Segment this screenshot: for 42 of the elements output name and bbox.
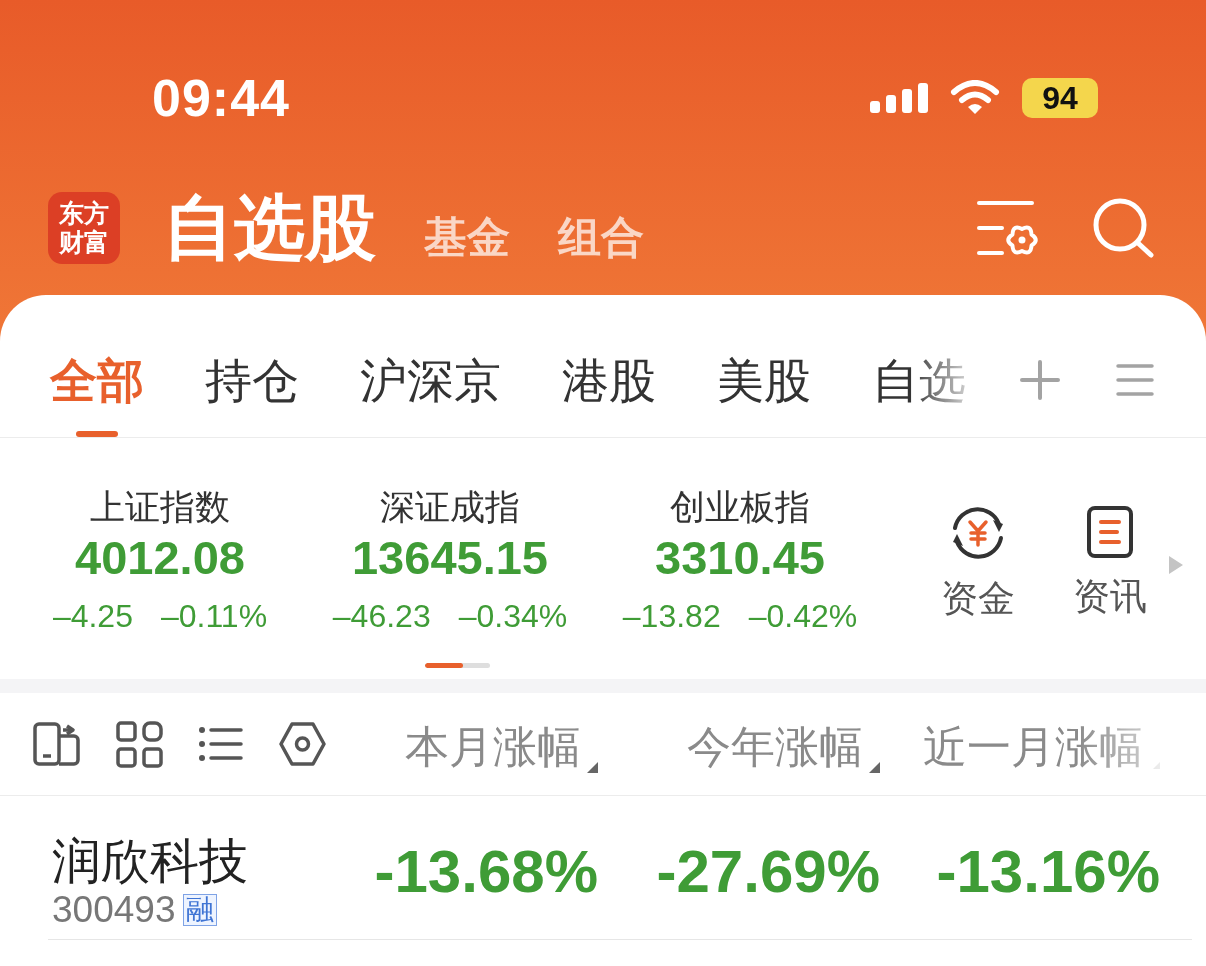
two-panels-icon[interactable] — [33, 722, 80, 766]
index-percent: –0.11% — [160, 597, 268, 636]
category-tab[interactable]: 自选 — [872, 323, 966, 437]
index-name: 上证指数 — [90, 486, 230, 528]
index-name: 深证成指 — [380, 486, 520, 528]
index-change: –13.82 — [622, 597, 721, 636]
category-tab[interactable]: 持仓 — [205, 323, 299, 437]
news-shortcut[interactable]: 资讯 — [1073, 506, 1147, 615]
battery-indicator: 94 — [1022, 78, 1098, 118]
financing-tag: 融 — [183, 893, 218, 926]
sort-triangle-icon — [587, 761, 598, 773]
index-percent: –0.42% — [748, 597, 858, 636]
index-change: –4.25 — [52, 597, 133, 636]
category-tab[interactable]: 港股 — [562, 323, 656, 437]
category-tab[interactable]: 美股 — [717, 323, 811, 437]
change-cell-text: -13.16% — [935, 841, 1160, 902]
change-cell-text: -13.68% — [373, 841, 598, 902]
grid-icon[interactable] — [116, 720, 163, 768]
stock-code: 300493 — [52, 889, 176, 930]
list-icon[interactable] — [199, 726, 243, 762]
index-change: –46.23 — [332, 597, 431, 636]
wifi-icon — [950, 80, 1000, 116]
plus-icon[interactable] — [1020, 360, 1060, 400]
document-icon — [1087, 506, 1133, 558]
funds-shortcut[interactable]: 资金 — [941, 506, 1015, 617]
signal-icon — [870, 83, 928, 113]
index-name: 创业板指 — [670, 486, 810, 528]
menu-icon[interactable] — [1116, 363, 1154, 397]
caret-right-icon[interactable] — [1169, 556, 1183, 574]
scroll-indicator — [425, 663, 490, 668]
index-value: 13645.15 — [351, 530, 548, 586]
index-value: 3310.45 — [655, 530, 825, 586]
status-time: 09:44 — [152, 72, 290, 124]
index-value: 4012.08 — [75, 530, 245, 586]
search-icon[interactable] — [1092, 196, 1155, 259]
sort-triangle-icon — [869, 761, 880, 773]
change-cell-text: -27.69% — [655, 841, 880, 902]
category-tab[interactable]: 沪深京 — [360, 323, 501, 437]
stock-name[interactable]: 润欣科技 — [52, 833, 248, 888]
app-logo: 东方 财富 — [48, 191, 120, 264]
index-percent: –0.34% — [458, 597, 568, 636]
hexagon-icon[interactable] — [279, 722, 326, 766]
